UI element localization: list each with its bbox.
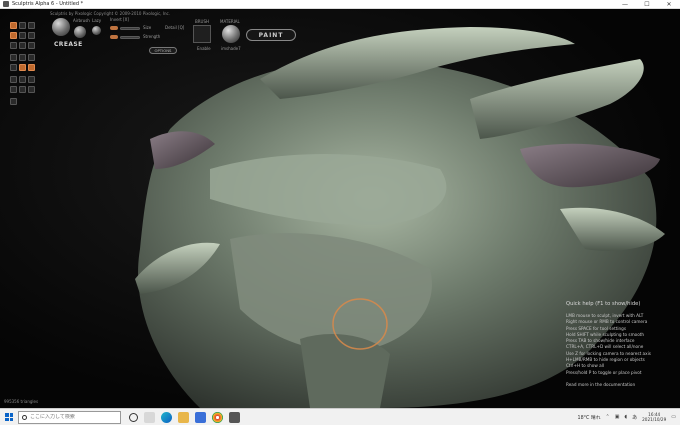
save-file-icon[interactable]	[28, 76, 35, 83]
top-toolbar: Sculptris by Pixologic Copyright © 2009-…	[0, 9, 680, 55]
size-slider-handle[interactable]	[110, 26, 118, 30]
volume-icon[interactable]: ◖	[624, 414, 627, 420]
open-file-icon[interactable]	[19, 76, 26, 83]
inflate-tool-icon[interactable]	[10, 32, 17, 39]
app-icon	[3, 1, 9, 7]
help-line: Press/hold P to toggle or place pivot	[566, 369, 642, 375]
triangle-count: 995356 triangles	[4, 399, 39, 404]
quick-help-panel: Quick help (F1 to show/hide) LMB mouse t…	[566, 301, 676, 387]
mask-tool-icon[interactable]	[28, 42, 35, 49]
taskbar-search[interactable]	[18, 410, 121, 424]
options-button[interactable]: OPTIONS	[149, 47, 177, 54]
subdivide-tool-icon[interactable]	[28, 54, 35, 61]
edge-browser-icon[interactable]	[161, 411, 172, 423]
minimize-button[interactable]: —	[614, 0, 636, 9]
start-button[interactable]	[0, 409, 18, 425]
chrome-browser-icon[interactable]	[212, 411, 223, 423]
export-icon[interactable]	[19, 86, 26, 93]
pinch-tool-icon[interactable]	[19, 32, 26, 39]
symmetry-tool-icon[interactable]	[10, 54, 17, 61]
clock-date: 2021/10/29	[642, 417, 667, 422]
lazy-label: Lazy	[92, 18, 102, 23]
notification-icon[interactable]: ▭	[671, 414, 676, 420]
flatten-tool-icon[interactable]	[19, 22, 26, 29]
brush-section-label: BRUSH	[195, 19, 209, 24]
new-sphere-icon[interactable]	[10, 76, 17, 83]
material-section-label: MATERIAL	[220, 19, 240, 24]
crease-tool-icon[interactable]	[28, 22, 35, 29]
documentation-link[interactable]: Read more in the documentation	[566, 382, 676, 387]
settings-icon[interactable]	[28, 86, 35, 93]
ime-icon[interactable]: あ	[632, 414, 637, 421]
airbrush-toggle[interactable]	[74, 26, 86, 38]
search-icon	[22, 414, 27, 420]
redo-tool-icon[interactable]	[19, 64, 26, 71]
smooth-tool-icon[interactable]	[10, 42, 17, 49]
strength-label: Strength	[143, 34, 161, 39]
taskbar-clock[interactable]: 16:44 2021/10/29	[642, 412, 666, 422]
draw-tool-icon[interactable]	[10, 22, 17, 29]
task-view-icon[interactable]	[129, 412, 138, 422]
brand-text: Sculptris by Pixologic Copyright © 2009-…	[50, 11, 171, 16]
window-titlebar: Sculptris Alpha 6 - Untitled * — ☐ ✕	[0, 0, 680, 9]
store-icon[interactable]	[195, 411, 206, 423]
close-button[interactable]: ✕	[658, 0, 680, 9]
paint-button[interactable]: PAINT	[246, 29, 296, 41]
size-slider[interactable]	[120, 27, 140, 30]
strength-slider-handle[interactable]	[110, 35, 118, 39]
material-sphere[interactable]	[222, 25, 240, 43]
windows-taskbar: 18°C 晴れ ⌃ ▣ ◖ あ 16:44 2021/10/29 ▭	[0, 408, 680, 425]
sculpt-viewport[interactable]: Sculptris by Pixologic Copyright © 2009-…	[0, 9, 680, 408]
detail-label: Detail [Q]	[165, 25, 185, 30]
pinned-apps	[129, 411, 240, 423]
network-icon[interactable]: ▣	[615, 414, 620, 420]
material-name: imshade7	[221, 46, 241, 51]
window-title: Sculptris Alpha 6 - Untitled *	[12, 1, 84, 7]
strength-slider[interactable]	[120, 36, 140, 39]
import-icon[interactable]	[10, 86, 17, 93]
weather-widget[interactable]: 18°C 晴れ	[578, 414, 601, 421]
brush-name: CREASE	[54, 41, 83, 48]
wireframe-tool-icon[interactable]	[19, 54, 26, 61]
reduce-tool-icon[interactable]	[19, 42, 26, 49]
size-label: Size	[143, 25, 152, 30]
mirror-tool-icon[interactable]	[28, 64, 35, 71]
quick-help-title: Quick help (F1 to show/hide)	[566, 301, 641, 307]
window-controls: — ☐ ✕	[614, 0, 680, 9]
sculptris-taskbar-icon[interactable]	[229, 411, 240, 423]
help-icon[interactable]	[10, 98, 17, 105]
invert-label: Invert [X]	[110, 17, 129, 22]
brush-preview-sphere[interactable]	[52, 18, 70, 36]
search-input[interactable]	[30, 414, 115, 420]
file-explorer-icon[interactable]	[178, 411, 189, 423]
chevron-up-icon[interactable]: ⌃	[606, 414, 610, 420]
widgets-icon[interactable]	[144, 411, 155, 423]
brush-texture-slot[interactable]	[193, 25, 211, 43]
lazy-toggle[interactable]	[92, 26, 101, 35]
system-tray: 18°C 晴れ ⌃ ▣ ◖ あ 16:44 2021/10/29 ▭	[578, 412, 680, 422]
airbrush-label: Airbrush	[73, 18, 90, 23]
enable-label[interactable]: Enable	[197, 46, 211, 51]
grab-tool-icon[interactable]	[28, 32, 35, 39]
maximize-button[interactable]: ☐	[636, 0, 658, 9]
windows-logo-icon	[5, 413, 13, 421]
undo-tool-icon[interactable]	[10, 64, 17, 71]
